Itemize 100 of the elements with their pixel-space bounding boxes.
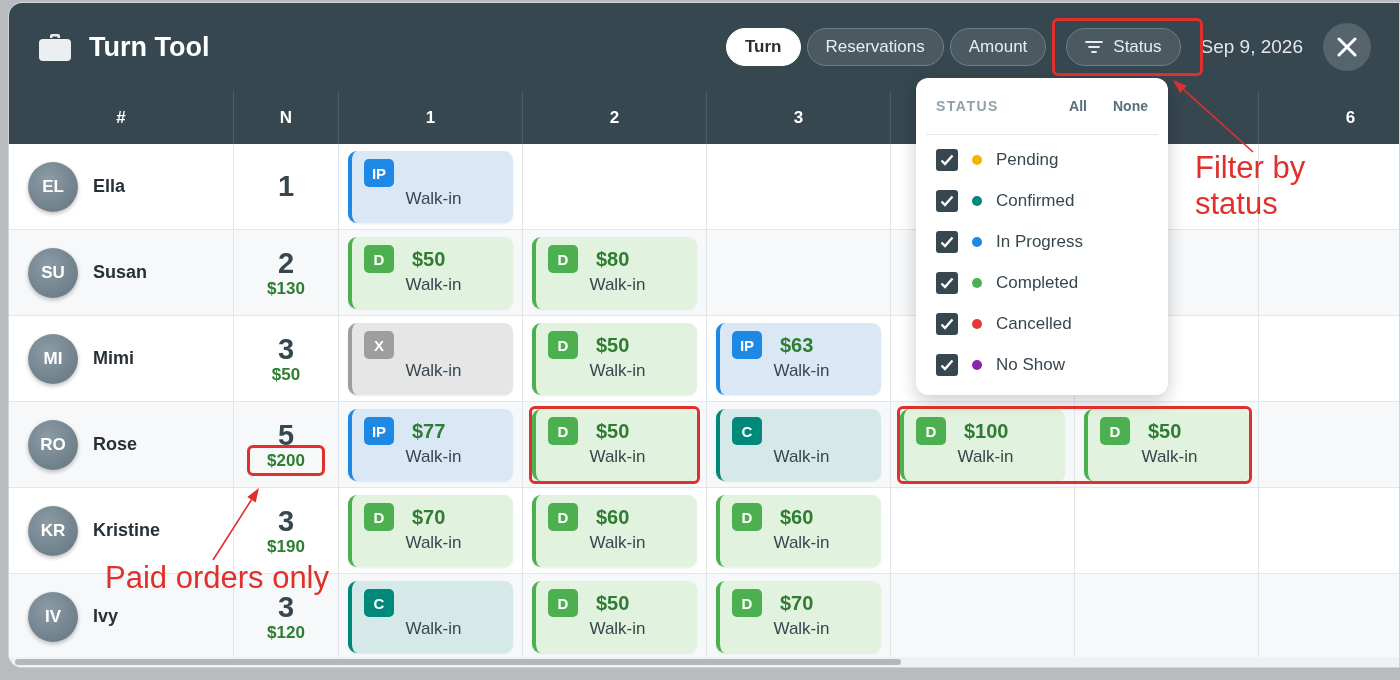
order-card[interactable]: C Walk-in xyxy=(348,581,513,653)
order-card[interactable]: IP $77 Walk-in xyxy=(348,409,513,481)
order-source: Walk-in xyxy=(588,447,647,467)
turn-count: 3 xyxy=(277,505,295,537)
briefcase-icon xyxy=(39,33,71,61)
order-card[interactable]: D $100 Walk-in xyxy=(900,409,1065,481)
status-badge: C xyxy=(364,589,394,617)
checkbox[interactable] xyxy=(936,230,958,253)
order-source: Walk-in xyxy=(404,533,463,553)
turn-count: 5 xyxy=(277,419,295,451)
check-icon xyxy=(940,153,954,166)
column-header: 2 xyxy=(523,91,707,144)
order-source: Walk-in xyxy=(772,533,831,553)
order-card[interactable]: D $70 Walk-in xyxy=(348,495,513,567)
avatar: RO xyxy=(28,419,78,470)
check-icon xyxy=(940,358,954,371)
close-button[interactable] xyxy=(1323,23,1371,71)
order-amount: $50 xyxy=(596,419,630,443)
paid-total: $200 xyxy=(267,450,305,470)
order-card[interactable]: D $50 Walk-in xyxy=(532,323,697,395)
window-title: Turn Tool xyxy=(89,31,211,63)
order-card[interactable]: D $60 Walk-in xyxy=(532,495,697,567)
view-tab[interactable]: Amount xyxy=(949,28,1047,66)
check-icon xyxy=(940,317,954,330)
order-amount: $50 xyxy=(596,333,630,357)
annotation-note: Filter by status xyxy=(1195,150,1306,222)
order-card[interactable]: X Walk-in xyxy=(348,323,513,395)
status-option: Completed xyxy=(996,272,1079,293)
order-source: Walk-in xyxy=(404,447,463,467)
avatar: SU xyxy=(28,247,78,298)
check-icon xyxy=(940,235,954,248)
order-card[interactable]: D $80 Walk-in xyxy=(532,237,697,309)
status-filter-button[interactable]: Status xyxy=(1066,28,1181,66)
checkbox[interactable] xyxy=(936,189,958,212)
customer-name: Rose xyxy=(93,434,137,455)
customer-name: Mimi xyxy=(93,348,134,369)
order-source: Walk-in xyxy=(588,275,647,295)
filter-icon xyxy=(1085,40,1104,54)
order-amount: $80 xyxy=(596,247,630,271)
date-label: Sep 9, 2026 xyxy=(1200,36,1303,58)
status-badge: D xyxy=(548,589,578,617)
select-all-link[interactable]: All xyxy=(1069,98,1087,114)
status-badge: D xyxy=(548,331,578,359)
status-option: Pending xyxy=(996,149,1059,170)
order-amount: $100 xyxy=(964,419,1009,443)
order-card[interactable]: D $60 Walk-in xyxy=(716,495,881,567)
checkbox[interactable] xyxy=(936,148,958,171)
status-badge: D xyxy=(1100,417,1130,445)
order-card[interactable]: IP Walk-in xyxy=(348,151,513,223)
status-badge: IP xyxy=(364,159,394,187)
order-card[interactable]: D $50 Walk-in xyxy=(532,581,697,653)
order-card[interactable]: D $50 Walk-in xyxy=(1084,409,1249,481)
status-badge: D xyxy=(548,503,578,531)
select-none-link[interactable]: None xyxy=(1113,98,1148,114)
status-badge: D xyxy=(548,245,578,273)
paid-total: $120 xyxy=(267,622,305,642)
scrollbar[interactable] xyxy=(9,657,1399,667)
status-badge: D xyxy=(364,245,394,273)
order-card[interactable]: IP $63 Walk-in xyxy=(716,323,881,395)
paid-total: $130 xyxy=(267,278,305,298)
order-amount: $60 xyxy=(780,505,814,529)
column-header: # xyxy=(9,91,234,144)
order-source: Walk-in xyxy=(404,275,463,295)
order-source: Walk-in xyxy=(588,619,647,639)
customer-name: Ivy xyxy=(93,606,119,627)
status-badge: D xyxy=(364,503,394,531)
order-amount: $50 xyxy=(412,247,446,271)
order-card[interactable]: D $50 Walk-in xyxy=(348,237,513,309)
order-source: Walk-in xyxy=(404,361,463,381)
status-option: Cancelled xyxy=(996,313,1072,334)
view-tab[interactable]: Turn xyxy=(726,28,801,66)
order-source: Walk-in xyxy=(404,619,463,639)
status-badge: X xyxy=(364,331,394,359)
turn-count: 3 xyxy=(277,333,295,365)
column-header: 3 xyxy=(707,91,891,144)
order-card[interactable]: D $50 Walk-in xyxy=(532,409,697,481)
checkbox[interactable] xyxy=(936,353,958,376)
column-header: 6 xyxy=(1259,91,1399,144)
order-amount: $77 xyxy=(412,419,446,443)
checkbox[interactable] xyxy=(936,312,958,335)
status-badge: IP xyxy=(364,417,394,445)
status-option: No Show xyxy=(996,354,1065,375)
avatar: MI xyxy=(28,333,78,384)
customer-name: Susan xyxy=(93,262,148,283)
order-amount: $60 xyxy=(596,505,630,529)
order-source: Walk-in xyxy=(404,189,463,209)
checkbox[interactable] xyxy=(936,271,958,294)
check-icon xyxy=(940,276,954,289)
turn-count: 2 xyxy=(277,247,295,279)
view-tab[interactable]: Reservations xyxy=(806,28,944,66)
status-badge: IP xyxy=(732,331,762,359)
status-option: In Progress xyxy=(996,231,1083,252)
turn-count: 1 xyxy=(277,171,295,202)
order-card[interactable]: D $70 Walk-in xyxy=(716,581,881,653)
avatar: EL xyxy=(28,161,78,212)
paid-total: $190 xyxy=(267,536,305,556)
close-icon xyxy=(1337,37,1357,57)
customer-name: Kristine xyxy=(93,520,161,541)
status-option: Confirmed xyxy=(996,190,1075,211)
order-card[interactable]: C Walk-in xyxy=(716,409,881,481)
